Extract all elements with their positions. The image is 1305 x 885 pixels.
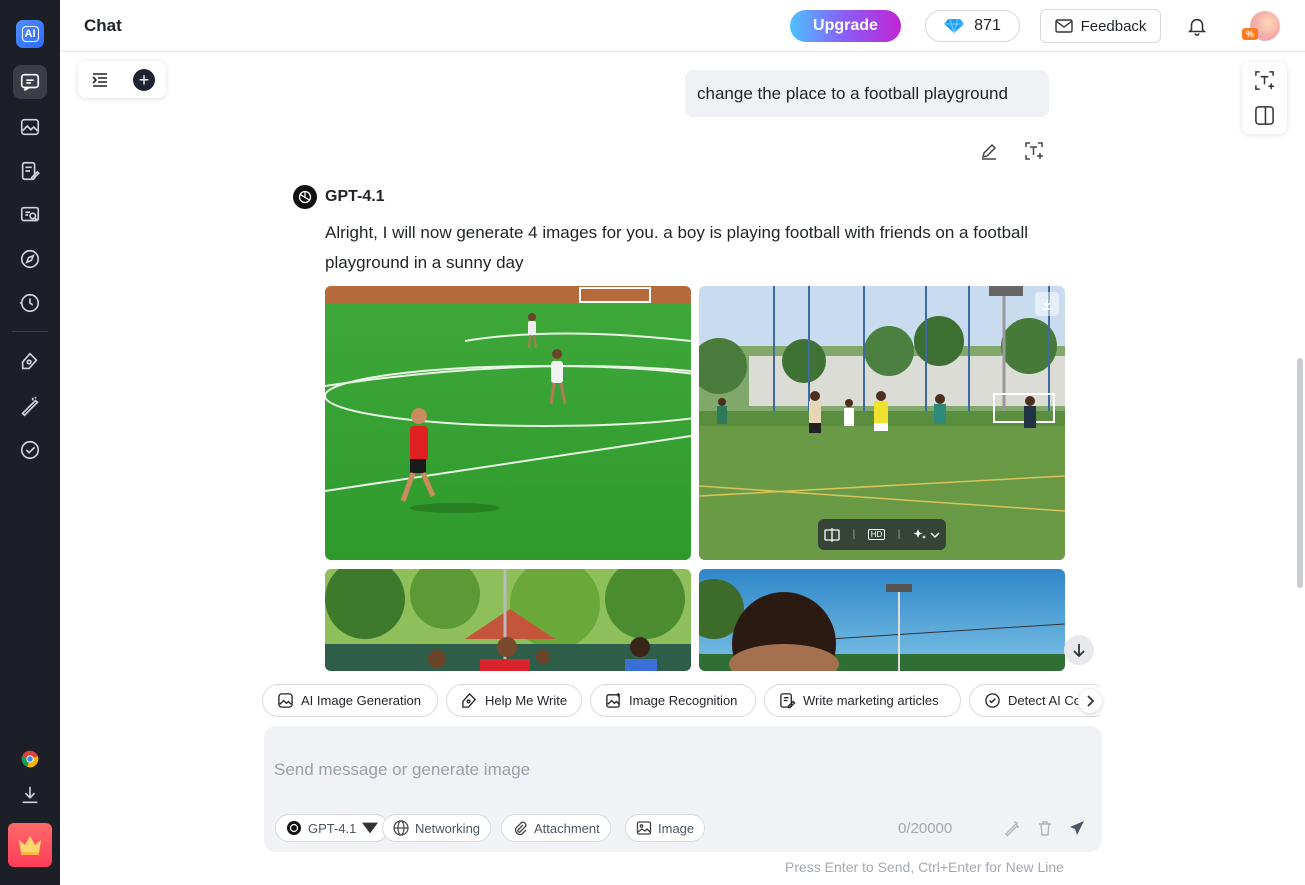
image-label: Image (658, 820, 695, 836)
send-icon[interactable] (1068, 819, 1086, 837)
chip-label: Detect AI Co (1008, 693, 1081, 708)
chip-ai-image-generation[interactable]: AI Image Generation (262, 684, 438, 717)
image-upload-button[interactable]: Image (625, 814, 706, 842)
sidebar-divider (12, 331, 48, 332)
check-circle-icon[interactable] (13, 433, 47, 467)
character-counter: 0/20000 (898, 820, 953, 837)
globe-icon (393, 820, 409, 836)
networking-label: Networking (415, 820, 481, 836)
crown-icon[interactable] (8, 823, 52, 867)
bot-name: GPT-4.1 (325, 188, 385, 205)
sparkle-icon (913, 528, 926, 539)
split-view-icon[interactable] (1254, 105, 1275, 126)
feedback-label: Feedback (1080, 17, 1147, 35)
enhance-menu[interactable] (913, 528, 940, 542)
magic-wand-icon[interactable] (13, 389, 47, 423)
text-sparkle-icon[interactable] (1254, 70, 1275, 91)
check-circle-icon (985, 693, 1000, 708)
chip-label: AI Image Generation (301, 693, 421, 708)
generated-image[interactable] (325, 286, 691, 560)
caret-down-icon (362, 822, 379, 834)
attachment-button[interactable]: Attachment (501, 814, 611, 842)
gem-count: 871 (974, 17, 1001, 34)
bell-icon[interactable] (1186, 15, 1208, 37)
magic-wand-icon[interactable] (1003, 819, 1021, 837)
toolbar-divider: | (852, 529, 856, 540)
trash-icon[interactable] (1036, 819, 1054, 837)
feedback-button[interactable]: Feedback (1040, 9, 1161, 43)
networking-toggle[interactable]: Networking (382, 814, 492, 842)
image-toolbar: | HD | (818, 519, 946, 550)
pen-tool-icon[interactable] (13, 345, 47, 379)
page-title: Chat (84, 16, 122, 35)
download-icon[interactable] (1035, 292, 1059, 316)
toolbar-divider: | (897, 529, 901, 540)
compass-icon[interactable] (13, 242, 47, 276)
chrome-icon[interactable] (13, 742, 47, 776)
article-icon (780, 693, 796, 709)
write-doc-icon[interactable] (13, 154, 47, 188)
chip-help-me-write[interactable]: Help Me Write (446, 684, 582, 717)
upgrade-button[interactable]: Upgrade (790, 10, 901, 42)
chip-label: Image Recognition (629, 693, 738, 708)
generated-image[interactable] (325, 569, 691, 671)
chip-image-recognition[interactable]: Image Recognition (590, 684, 756, 717)
bot-message-text: Alright, I will now generate 4 images fo… (325, 223, 1029, 272)
chevron-down-icon (930, 531, 940, 538)
hd-icon[interactable]: HD (867, 529, 886, 540)
avatar-badge: % (1242, 28, 1258, 40)
scrollbar[interactable] (1297, 358, 1303, 588)
logo-text: AI (21, 26, 39, 42)
download-icon[interactable] (13, 778, 47, 812)
message-input[interactable] (274, 740, 1084, 800)
user-message-text: change the place to a football playgroun… (697, 83, 1008, 103)
user-message: change the place to a football playgroun… (685, 70, 1049, 117)
keyboard-hint: Press Enter to Send, Ctrl+Enter for New … (785, 859, 1064, 875)
diamond-icon (944, 18, 965, 34)
pen-icon (462, 692, 477, 708)
quick-actions: AI Image Generation Help Me Write Image … (262, 684, 1100, 718)
model-label: GPT-4.1 (308, 820, 357, 836)
paperclip-icon (514, 821, 527, 836)
chat-icon[interactable] (13, 65, 47, 99)
mail-icon (1054, 19, 1073, 33)
generated-image[interactable] (699, 569, 1065, 671)
arrow-down-icon (1073, 644, 1085, 658)
side-tools (1242, 62, 1287, 134)
openai-logo-icon (293, 185, 317, 209)
chevron-right-icon (1087, 695, 1095, 707)
chat-list-tools: + (78, 61, 166, 98)
text-sparkle-icon[interactable] (1024, 141, 1044, 161)
new-chat-icon[interactable]: + (133, 69, 155, 91)
expand-list-icon[interactable] (90, 70, 110, 90)
sidebar: AI (0, 0, 60, 885)
scroll-to-bottom-button[interactable] (1064, 635, 1094, 665)
chip-label: Help Me Write (485, 693, 568, 708)
image-scan-icon (606, 692, 621, 708)
app-logo[interactable]: AI (16, 20, 44, 48)
gem-balance[interactable]: 871 (925, 10, 1020, 42)
edit-icon[interactable] (979, 141, 999, 161)
openai-logo-icon (287, 821, 301, 835)
compare-icon[interactable] (824, 527, 840, 542)
history-icon[interactable] (13, 286, 47, 320)
image-icon (636, 821, 652, 835)
top-header: Chat Upgrade 871 Feedback % (60, 0, 1305, 52)
chips-next-button[interactable] (1078, 689, 1102, 713)
search-doc-icon[interactable] (13, 198, 47, 232)
model-selector[interactable]: GPT-4.1 (275, 814, 390, 842)
chip-write-marketing-articles[interactable]: Write marketing articles (764, 684, 961, 717)
image-icon (278, 693, 293, 708)
attachment-label: Attachment (534, 820, 600, 836)
chip-label: Write marketing articles (803, 693, 939, 708)
image-gallery-icon[interactable] (13, 110, 47, 144)
message-composer: GPT-4.1 Networking Attachment Image 0/20… (264, 726, 1102, 852)
